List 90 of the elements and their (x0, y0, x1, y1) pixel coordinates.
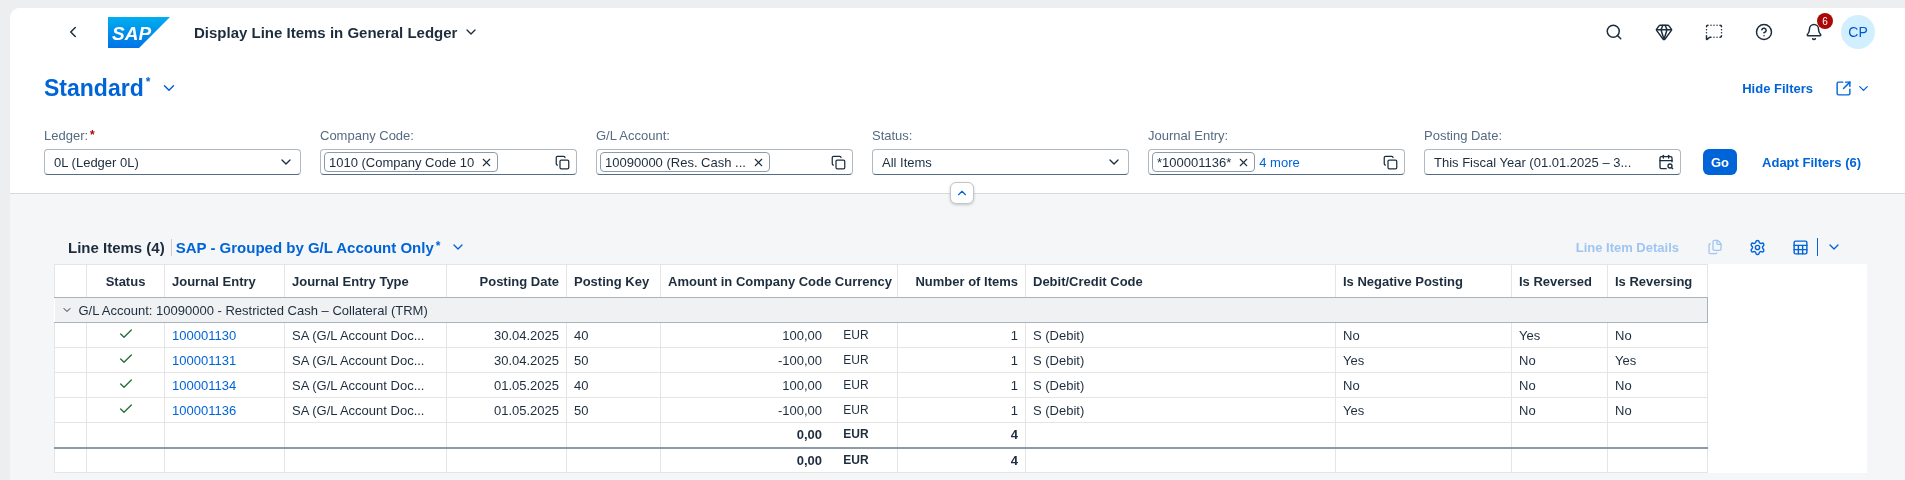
app-title[interactable]: Display Line Items in General Ledger (194, 23, 480, 41)
table-cell: 40 (566, 372, 661, 398)
column-header[interactable]: Journal Entry (164, 264, 285, 298)
spreadsheet-icon (1792, 238, 1809, 256)
journal-entry-link[interactable]: 100001136 (172, 402, 237, 418)
value-help-icon[interactable] (1383, 154, 1398, 170)
total-cell: 0,00 EUR (660, 447, 898, 473)
table-cell: No (1511, 372, 1608, 398)
bell-icon (1805, 23, 1823, 41)
table-cell: S (Debit) (1025, 372, 1336, 398)
filter-label: Status: (872, 128, 913, 143)
column-header[interactable]: Is Reversed (1511, 264, 1608, 298)
table-cell: No (1607, 372, 1708, 398)
table-cell: -100,00 EUR (660, 347, 898, 373)
column-header[interactable]: Status (86, 264, 165, 298)
share-icon (1835, 79, 1852, 97)
group-row[interactable]: G/L Account: 10090000 - Restricted Cash – Collateral (TRM) (60, 302, 428, 318)
user-avatar[interactable]: CP (1841, 15, 1875, 49)
table-cell: 40 (566, 322, 661, 348)
adapt-filters-button[interactable]: Adapt Filters (6) (1756, 149, 1868, 175)
multi-input-field[interactable]: *100001136* 4 more (1148, 149, 1405, 175)
table-cell: SA (G/L Account Doc... (284, 347, 447, 373)
filter-label: G/L Account: (596, 128, 670, 143)
value-help-icon[interactable] (555, 154, 570, 170)
table-cell: S (Debit) (1025, 322, 1336, 348)
table-cell: No (1607, 322, 1708, 348)
variant-selector[interactable]: Standard* (44, 74, 179, 102)
token[interactable]: *100001136* (1152, 152, 1256, 172)
table-cell: 50 (566, 347, 661, 373)
calendar-icon[interactable] (1658, 154, 1674, 170)
journal-entry-link[interactable]: 100001130 (172, 327, 237, 343)
table-cell: 50 (566, 397, 661, 423)
table-cell: 1 (897, 347, 1026, 373)
table-cell: 1 (897, 322, 1026, 348)
date-field[interactable]: This Fiscal Year (01.01.2025 – 3... (1424, 149, 1681, 175)
collapse-header-button[interactable] (950, 182, 974, 204)
journal-entry-link[interactable]: 100001131 (172, 352, 237, 368)
table-cell: 100,00 EUR (660, 372, 898, 398)
table-variant-selector[interactable]: SAP - Grouped by G/L Account Only* (171, 238, 467, 256)
filter-label: Ledger: (44, 128, 89, 143)
table-cell: 30.04.2025 (446, 322, 567, 348)
token[interactable]: 1010 (Company Code 10 (324, 152, 499, 172)
table-cell: No (1335, 372, 1512, 398)
multi-input-field[interactable]: 10090000 (Res. Cash ... (596, 149, 853, 175)
table-cell: SA (G/L Account Doc... (284, 397, 447, 423)
column-header[interactable]: Posting Date (446, 264, 567, 298)
column-header[interactable]: Number of Items (897, 264, 1026, 298)
hide-filters-button[interactable]: Hide Filters (1736, 76, 1819, 100)
table-cell: 1 (897, 372, 1026, 398)
table-cell: No (1607, 397, 1708, 423)
value-help-icon[interactable] (831, 154, 846, 170)
notification-count: 6 (1817, 13, 1833, 29)
table-cell: 100,00 EUR (660, 322, 898, 348)
required-mark: * (90, 128, 95, 143)
column-header[interactable]: Debit/Credit Code (1025, 264, 1336, 298)
table-cell: No (1511, 397, 1608, 423)
column-header[interactable]: Journal Entry Type (284, 264, 447, 298)
table-cell: Yes (1335, 397, 1512, 423)
column-header[interactable]: Posting Key (566, 264, 661, 298)
table-cell: 01.05.2025 (446, 397, 567, 423)
multi-input-field[interactable]: 1010 (Company Code 10 (320, 149, 577, 175)
more-link[interactable]: 4 more (1259, 154, 1300, 170)
table-cell: Yes (1607, 347, 1708, 373)
table-title: Line Items (4) (68, 238, 172, 256)
table-cell: 1 (897, 397, 1026, 423)
table-cell: Yes (1511, 322, 1608, 348)
table-cell: S (Debit) (1025, 347, 1336, 373)
table-cell: -100,00 EUR (660, 397, 898, 423)
select-field[interactable]: 0L (Ledger 0L) (44, 149, 301, 175)
copy-icon (1707, 239, 1723, 255)
table-cell: S (Debit) (1025, 397, 1336, 423)
table-cell: 01.05.2025 (446, 372, 567, 398)
table-cell: 30.04.2025 (446, 347, 567, 373)
table-cell: SA (G/L Account Doc... (284, 322, 447, 348)
total-cell: 4 (897, 447, 1026, 473)
column-header[interactable]: Is Reversing (1607, 264, 1708, 298)
column-header[interactable]: Is Negative Posting (1335, 264, 1512, 298)
filter-label: Company Code: (320, 128, 414, 143)
go-button[interactable]: Go (1703, 149, 1738, 175)
table-cell: SA (G/L Account Doc... (284, 372, 447, 398)
filter-label: Posting Date: (1424, 128, 1503, 143)
table-cell: No (1335, 322, 1512, 348)
filter-label: Journal Entry: (1148, 128, 1229, 143)
token[interactable]: 10090000 (Res. Cash ... (600, 152, 770, 172)
column-header[interactable]: Amount in Company Code Currency (660, 264, 898, 298)
table-cell: No (1511, 347, 1608, 373)
settings-icon (1749, 238, 1766, 256)
table-cell: Yes (1335, 347, 1512, 373)
journal-entry-link[interactable]: 100001134 (172, 377, 237, 393)
select-field[interactable]: All Items (872, 149, 1129, 175)
